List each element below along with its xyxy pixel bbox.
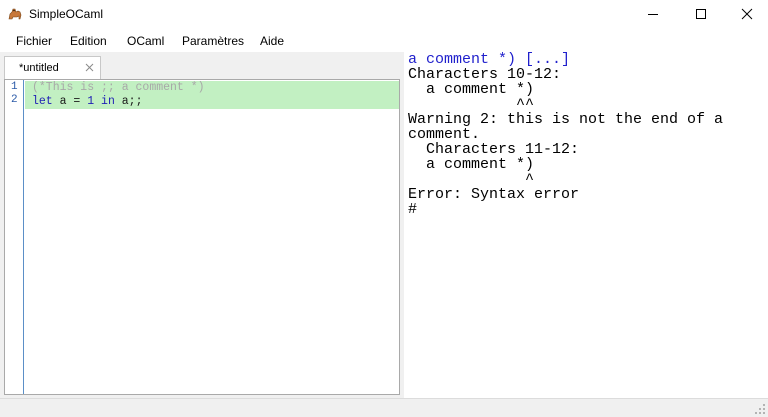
- output-line: ^^: [408, 96, 535, 113]
- camel-icon: [7, 6, 23, 22]
- code-token: (*This is ;; a comment *): [32, 81, 205, 94]
- output-line: Warning 2: this is not the end of a: [408, 111, 724, 128]
- resize-grip-icon[interactable]: [754, 403, 766, 415]
- maximize-button[interactable]: [678, 0, 724, 28]
- menu-aide[interactable]: Aide: [260, 34, 284, 48]
- output-line: Characters 11-12:: [408, 141, 580, 158]
- tab-untitled[interactable]: *untitled: [4, 56, 101, 80]
- menu-fichier[interactable]: Fichier: [16, 34, 52, 48]
- menu-parametres[interactable]: Paramètres: [182, 34, 244, 48]
- output-line: Error: Syntax error: [408, 186, 580, 203]
- output-prompt: #: [408, 201, 418, 218]
- output-line: a comment *): [408, 156, 535, 173]
- code-token: a;;: [114, 95, 143, 108]
- output-line: Characters 10-12:: [408, 66, 562, 83]
- tab-close-icon[interactable]: [84, 62, 95, 73]
- tab-label: *untitled: [19, 62, 59, 74]
- output-line: comment.: [408, 126, 481, 143]
- menu-ocaml[interactable]: OCaml: [127, 34, 164, 48]
- line-number: 1: [11, 81, 18, 93]
- close-icon: [741, 8, 753, 20]
- menu-bar: Fichier Edition OCaml Paramètres Aide: [0, 30, 768, 52]
- code-token: a =: [52, 95, 88, 108]
- code-token: let: [32, 95, 53, 108]
- code-line-1: (*This is ;; a comment *): [25, 81, 399, 95]
- code-text: let a = 1 in a;;: [32, 95, 142, 109]
- code-text: (*This is ;; a comment *): [32, 81, 205, 95]
- close-button[interactable]: [724, 0, 768, 28]
- maximize-icon: [696, 9, 706, 19]
- minimize-button[interactable]: [630, 0, 676, 28]
- editor-pane: *untitled 1 2 (*This is ;; a comment *) …: [0, 52, 404, 398]
- minimize-icon: [648, 14, 658, 15]
- output-line: ^: [408, 171, 535, 188]
- output-line: a comment *): [408, 81, 535, 98]
- output-echo-line: a comment *) [...]: [408, 51, 571, 68]
- status-bar: [0, 398, 768, 417]
- code-token: in: [101, 95, 115, 108]
- window-title: SimpleOCaml: [29, 7, 104, 21]
- title-bar: SimpleOCaml: [0, 0, 768, 28]
- code-line-2: let a = 1 in a;;: [25, 95, 399, 109]
- menu-edition[interactable]: Edition: [70, 34, 107, 48]
- line-number: 2: [11, 94, 18, 106]
- toplevel-output[interactable]: a comment *) [...] Characters 10-12: a c…: [404, 52, 768, 398]
- line-number-gutter: 1 2: [5, 80, 24, 394]
- code-editor[interactable]: 1 2 (*This is ;; a comment *) let a = 1 …: [4, 79, 400, 395]
